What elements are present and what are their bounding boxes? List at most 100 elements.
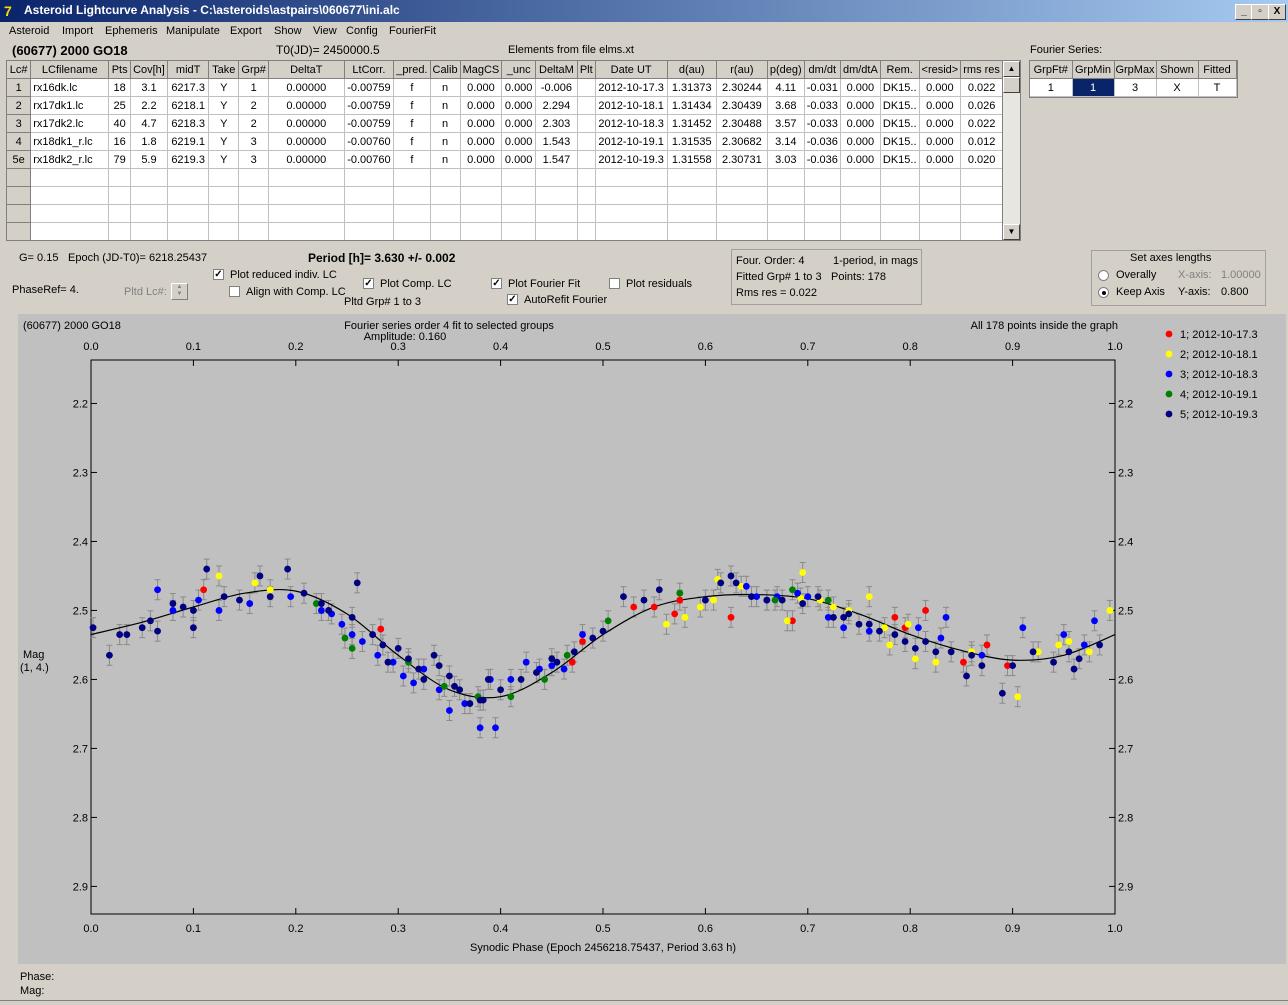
table-cell[interactable] [577, 204, 596, 223]
menu-export[interactable]: Export [230, 25, 262, 37]
table-cell[interactable] [460, 204, 503, 223]
table-cell[interactable] [30, 168, 110, 187]
table-cell[interactable] [880, 186, 920, 205]
menu-manipulate[interactable]: Manipulate [166, 25, 220, 37]
table-cell[interactable]: Y [208, 78, 240, 97]
table-cell[interactable] [460, 222, 503, 240]
fourier-cell[interactable]: T [1198, 78, 1237, 97]
table-cell[interactable] [667, 204, 717, 223]
table-cell[interactable]: rx17dk1.lc [30, 96, 110, 115]
table-cell[interactable]: -0.033 [804, 114, 841, 133]
table-cell[interactable]: 4.7 [130, 114, 168, 133]
table-cell[interactable] [960, 204, 1003, 223]
column-header[interactable]: d(au) [667, 61, 717, 79]
table-cell[interactable]: 0.000 [840, 150, 881, 169]
table-cell[interactable]: 0.000 [460, 132, 503, 151]
pltd-lc-spinner[interactable]: ▲ ▼ [171, 283, 188, 300]
table-cell[interactable]: 0.012 [960, 132, 1003, 151]
table-cell[interactable]: -0.00759 [344, 78, 395, 97]
table-cell[interactable]: 2.30439 [716, 96, 768, 115]
table-cell[interactable]: rx18dk1_r.lc [30, 132, 110, 151]
table-cell[interactable]: 0.022 [960, 78, 1003, 97]
table-cell[interactable]: Y [208, 150, 240, 169]
table-cell[interactable]: 2012-10-17.3 [595, 78, 668, 97]
table-cell[interactable] [919, 204, 962, 223]
plot-comp-checkbox[interactable]: ✓ [363, 278, 374, 289]
table-cell[interactable] [393, 186, 431, 205]
table-cell[interactable]: 0.020 [960, 150, 1003, 169]
column-header[interactable]: Plt [577, 61, 596, 79]
table-cell[interactable]: 0.000 [919, 114, 962, 133]
fourier-column-header[interactable]: GrpMax [1114, 61, 1157, 79]
table-cell[interactable]: -0.00759 [344, 114, 395, 133]
table-cell[interactable]: 0.000 [501, 114, 537, 133]
table-cell[interactable]: 0.000 [840, 78, 881, 97]
table-cell[interactable] [130, 204, 168, 223]
table-cell[interactable]: DK15.. [880, 78, 920, 97]
table-row[interactable]: 1 rx16dk.lc 18 3.1 6217.3 Y 1 0.00000 -0.00759 f n… [7, 78, 1003, 97]
table-cell[interactable]: f [393, 150, 431, 169]
table-cell[interactable] [430, 222, 461, 240]
lightcurve-plot[interactable]: (60677) 2000 GO18 Fourier series order 4… [18, 314, 1286, 964]
table-cell[interactable] [840, 168, 881, 187]
table-cell[interactable]: -0.036 [804, 132, 841, 151]
table-cell[interactable] [167, 168, 210, 187]
menu-config[interactable]: Config [346, 25, 378, 37]
table-cell[interactable] [577, 168, 596, 187]
table-cell[interactable] [393, 204, 431, 223]
table-cell[interactable] [840, 186, 881, 205]
table-cell[interactable]: DK15.. [880, 150, 920, 169]
table-cell[interactable]: 1.31373 [667, 78, 717, 97]
table-cell[interactable]: 1.547 [535, 150, 578, 169]
table-cell[interactable] [595, 204, 668, 223]
column-header[interactable]: Date UT [595, 61, 668, 79]
table-cell[interactable]: rx16dk.lc [30, 78, 110, 97]
table-cell[interactable]: 0.026 [960, 96, 1003, 115]
fourier-cell[interactable]: X [1156, 78, 1199, 97]
table-cell[interactable]: 0.000 [919, 132, 962, 151]
overally-radio[interactable] [1098, 270, 1109, 281]
table-cell[interactable]: 5.9 [130, 150, 168, 169]
table-cell[interactable] [767, 204, 805, 223]
table-cell[interactable]: 2.2 [130, 96, 168, 115]
row-header[interactable]: 4 [7, 132, 32, 151]
menu-ephemeris[interactable]: Ephemeris [105, 25, 158, 37]
table-cell[interactable] [880, 204, 920, 223]
fourier-column-header[interactable]: Shown [1156, 61, 1199, 79]
table-cell[interactable] [108, 168, 132, 187]
table-cell[interactable]: n [430, 78, 461, 97]
table-cell[interactable]: 2.30731 [716, 150, 768, 169]
table-cell[interactable]: 1.8 [130, 132, 168, 151]
table-cell[interactable]: 2.294 [535, 96, 578, 115]
table-scrollbar[interactable]: ▲ ▼ [1002, 60, 1021, 241]
table-cell[interactable] [535, 204, 578, 223]
table-cell[interactable] [716, 168, 768, 187]
table-cell[interactable] [130, 168, 168, 187]
table-cell[interactable] [30, 186, 110, 205]
table-cell[interactable] [716, 204, 768, 223]
column-header[interactable]: rms res [960, 61, 1003, 79]
table-cell[interactable]: -0.031 [804, 78, 841, 97]
table-cell[interactable] [268, 168, 345, 187]
table-cell[interactable] [501, 222, 537, 240]
table-cell[interactable] [535, 222, 578, 240]
table-cell[interactable]: Y [208, 132, 240, 151]
table-row[interactable]: 2 rx17dk1.lc 25 2.2 6218.1 Y 2 0.00000 -0.00759 f… [7, 96, 1003, 115]
empty-table-row[interactable] [7, 204, 1003, 223]
table-cell[interactable]: 3.14 [767, 132, 805, 151]
table-cell[interactable] [167, 204, 210, 223]
table-cell[interactable]: 0.000 [501, 150, 537, 169]
column-header[interactable]: MagCS [460, 61, 503, 79]
restore-button[interactable]: ▫ [1251, 4, 1269, 20]
table-cell[interactable] [238, 168, 270, 187]
table-cell[interactable]: 0.00000 [268, 150, 345, 169]
table-cell[interactable]: 0.00000 [268, 78, 345, 97]
table-cell[interactable]: 0.000 [919, 78, 962, 97]
menu-show[interactable]: Show [274, 25, 302, 37]
table-cell[interactable] [7, 222, 32, 240]
table-cell[interactable] [804, 204, 841, 223]
column-header[interactable]: _unc [501, 61, 537, 79]
table-cell[interactable]: n [430, 150, 461, 169]
column-header[interactable]: Calib [430, 61, 461, 79]
table-cell[interactable]: 0.000 [501, 96, 537, 115]
